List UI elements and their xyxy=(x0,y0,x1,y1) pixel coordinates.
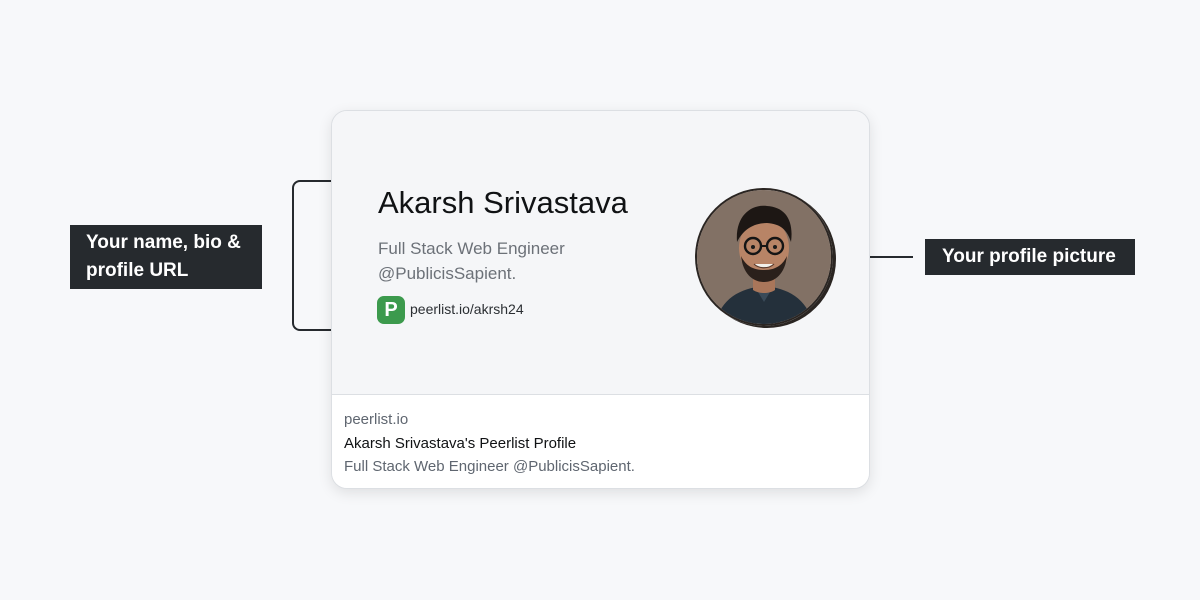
footer-description: Full Stack Web Engineer @PublicisSapient… xyxy=(344,458,635,475)
profile-name: Akarsh Srivastava xyxy=(378,185,628,220)
callout-name-bio-url: Your name, bio & profile URL xyxy=(70,225,262,289)
footer-title: Akarsh Srivastava's Peerlist Profile xyxy=(344,435,577,452)
footer-domain: peerlist.io xyxy=(344,411,409,428)
avatar xyxy=(695,188,833,326)
avatar-photo xyxy=(697,190,831,324)
link-preview-card[interactable]: Akarsh Srivastava Full Stack Web Enginee… xyxy=(331,110,870,489)
callout-profile-picture-label: Your profile picture xyxy=(942,246,1116,267)
preview-image: Akarsh Srivastava Full Stack Web Enginee… xyxy=(332,111,869,394)
card-footer: peerlist.io Akarsh Srivastava's Peerlist… xyxy=(332,394,869,488)
callout-profile-picture: Your profile picture xyxy=(925,239,1135,275)
peerlist-logo-icon: P xyxy=(377,296,405,324)
profile-url: peerlist.io/akrsh24 xyxy=(410,301,524,317)
callout-name-bio-url-label: Your name, bio & profile URL xyxy=(86,232,241,281)
profile-bio: Full Stack Web Engineer @PublicisSapient… xyxy=(378,239,565,283)
